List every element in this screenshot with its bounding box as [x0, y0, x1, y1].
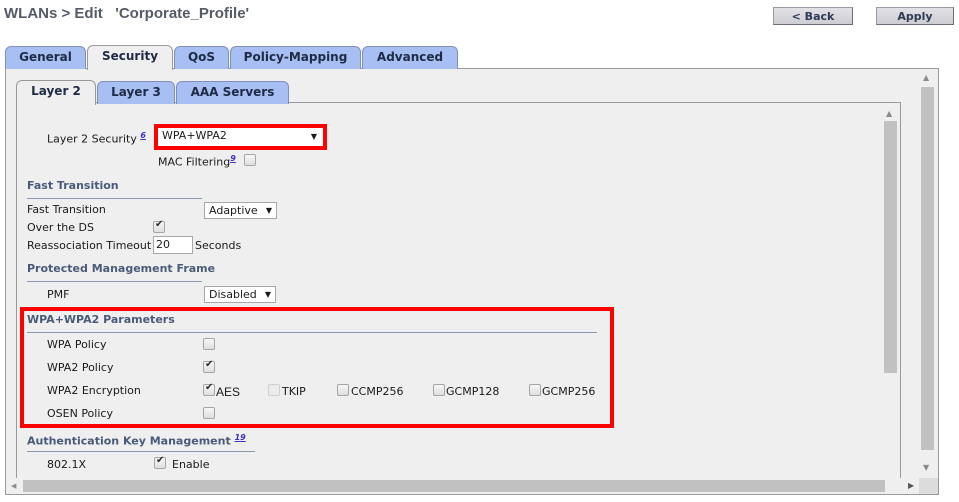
- profile-name: 'Corporate_Profile': [115, 5, 250, 22]
- tab-qos[interactable]: QoS: [174, 46, 229, 69]
- osen-policy-checkbox[interactable]: [203, 407, 215, 419]
- wpa-policy-checkbox[interactable]: [203, 338, 215, 350]
- ccmp256-label: CCMP256: [351, 385, 404, 398]
- wpa-parameters-section-title: WPA+WPA2 Parameters: [27, 313, 175, 326]
- mac-filtering-label: MAC Filtering9: [158, 154, 236, 169]
- scroll-right-icon[interactable]: ▶: [908, 482, 914, 490]
- section-divider: [27, 198, 202, 199]
- back-button[interactable]: < Back: [773, 7, 853, 25]
- tkip-label: TKIP: [282, 385, 306, 398]
- osen-policy-label: OSEN Policy: [47, 407, 113, 420]
- pmf-section-title: Protected Management Frame: [27, 262, 216, 275]
- wpa2-policy-checkbox[interactable]: [203, 359, 215, 373]
- layer2-security-label: Layer 2 Security 6: [47, 131, 146, 146]
- scrollbar-corner: [919, 478, 938, 494]
- tkip-checkbox[interactable]: [268, 384, 280, 396]
- reassociation-timeout-unit: Seconds: [195, 239, 242, 252]
- wpa-policy-label: WPA Policy: [47, 338, 107, 351]
- akm-section-title: Authentication Key Management 19: [27, 433, 246, 448]
- dot1x-label: 802.1X: [47, 458, 87, 471]
- inner-scroll-up-icon[interactable]: ▲: [886, 110, 892, 118]
- ccmp256-checkbox[interactable]: [337, 384, 349, 396]
- breadcrumb: WLANs > Edit: [4, 5, 103, 22]
- section-divider: [27, 332, 597, 333]
- outer-scroll-down-icon[interactable]: ▼: [923, 464, 929, 472]
- tab-security[interactable]: Security: [87, 45, 173, 70]
- mac-filtering-checkbox[interactable]: [244, 154, 256, 166]
- gcmp128-label: GCMP128: [446, 385, 500, 398]
- inner-vertical-scrollbar[interactable]: [884, 121, 897, 373]
- dropdown-caret-icon: ▼: [310, 132, 317, 141]
- section-divider: [27, 281, 202, 282]
- wpa2-policy-label: WPA2 Policy: [47, 361, 114, 374]
- mac-filtering-footnote-link[interactable]: 9: [230, 154, 236, 163]
- pmf-label: PMF: [47, 288, 70, 301]
- dot1x-enable-checkbox[interactable]: [154, 455, 166, 469]
- over-the-ds-checkbox[interactable]: [153, 219, 165, 233]
- reassociation-timeout-label: Reassociation Timeout: [27, 239, 152, 252]
- fast-transition-section-title: Fast Transition: [27, 179, 119, 192]
- reassociation-timeout-input[interactable]: 20: [153, 236, 193, 254]
- page-title: WLANs > Edit 'Corporate_Profile': [4, 5, 249, 22]
- gcmp128-checkbox[interactable]: [433, 384, 445, 396]
- scroll-left-icon[interactable]: ◀: [11, 482, 16, 490]
- gcmp256-label: GCMP256: [542, 385, 596, 398]
- akm-footnote-link[interactable]: 19: [235, 433, 246, 442]
- aes-checkbox[interactable]: [203, 382, 215, 396]
- outer-scroll-up-icon[interactable]: ▲: [923, 74, 929, 82]
- gcmp256-checkbox[interactable]: [529, 384, 541, 396]
- dropdown-caret-icon: ▼: [265, 206, 272, 215]
- fast-transition-select[interactable]: Adaptive ▼: [204, 202, 277, 219]
- dot1x-enable-label: Enable: [172, 458, 210, 471]
- fast-transition-label: Fast Transition: [27, 203, 106, 216]
- pmf-select[interactable]: Disabled ▼: [204, 286, 276, 303]
- wpa2-encryption-label: WPA2 Encryption: [47, 384, 141, 397]
- horizontal-scrollbar[interactable]: [23, 480, 885, 492]
- tab-general[interactable]: General: [5, 46, 86, 69]
- layer2-security-footnote-link[interactable]: 6: [140, 131, 146, 140]
- apply-button[interactable]: Apply: [876, 7, 954, 25]
- tab-layer2[interactable]: Layer 2: [16, 80, 96, 105]
- layer2-security-select[interactable]: WPA+WPA2 ▼: [158, 128, 323, 146]
- aes-label: AES: [216, 385, 241, 399]
- tab-policy-mapping[interactable]: Policy-Mapping: [230, 46, 361, 69]
- tab-advanced[interactable]: Advanced: [362, 46, 458, 69]
- over-the-ds-label: Over the DS: [27, 221, 94, 234]
- outer-vertical-scrollbar[interactable]: [921, 87, 934, 450]
- tab-aaa-servers[interactable]: AAA Servers: [176, 81, 289, 104]
- tab-layer3[interactable]: Layer 3: [97, 81, 175, 104]
- dropdown-caret-icon: ▼: [264, 290, 271, 299]
- section-divider: [27, 451, 255, 452]
